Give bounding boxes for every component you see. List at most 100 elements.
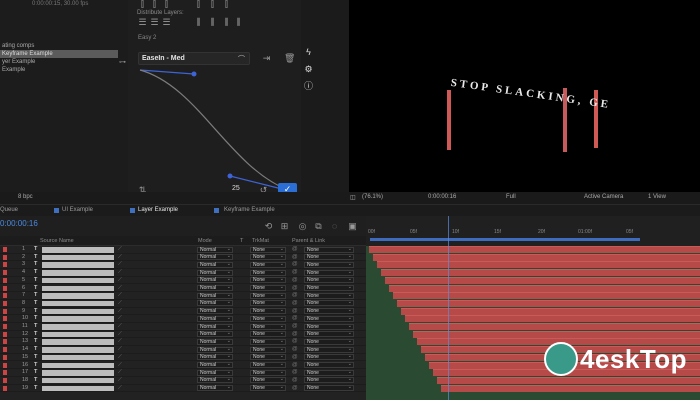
layer-name-field[interactable]: [42, 324, 114, 330]
distribute-left-icon[interactable]: ⫼: [194, 18, 203, 27]
label-color-swatch[interactable]: [3, 324, 7, 329]
timeline-ruler[interactable]: 00f 05f 10f 15f 20f 01:00f 05f: [366, 216, 700, 246]
project-item[interactable]: Example: [0, 66, 118, 74]
mode-dropdown[interactable]: Normal: [197, 331, 233, 338]
layer-name-field[interactable]: [42, 277, 114, 284]
mode-dropdown[interactable]: Normal: [197, 354, 233, 361]
distribute-right-icon[interactable]: ⫼: [222, 18, 231, 27]
trkmat-dropdown[interactable]: None: [250, 269, 286, 276]
apply-arrow-icon[interactable]: ⇥: [262, 54, 271, 63]
layer-duration-bar[interactable]: [409, 323, 700, 330]
layer-row[interactable]: 4 T ⟋ Normal None @ None: [0, 269, 366, 277]
layer-row[interactable]: 16 T ⟋ Normal None @ None: [0, 362, 366, 370]
trash-icon[interactable]: 🗑: [284, 54, 295, 63]
views-dropdown[interactable]: 1 View: [648, 194, 666, 200]
trkmat-dropdown[interactable]: None: [250, 277, 286, 284]
col-mode[interactable]: Mode: [198, 238, 212, 244]
mode-dropdown[interactable]: Normal: [197, 323, 233, 330]
layer-duration-bar[interactable]: [369, 246, 700, 253]
parent-dropdown[interactable]: None: [304, 277, 354, 284]
mode-dropdown[interactable]: Normal: [197, 338, 233, 345]
pickwhip-icon[interactable]: @: [292, 323, 298, 329]
parent-dropdown[interactable]: None: [304, 269, 354, 276]
pickwhip-icon[interactable]: @: [292, 369, 298, 375]
distribute-bottom-icon[interactable]: ☰: [162, 18, 171, 27]
frame-blend-icon[interactable]: ⊞: [280, 222, 289, 231]
comp-flowchart-icon[interactable]: ▣: [348, 222, 357, 231]
trkmat-dropdown[interactable]: None: [250, 308, 286, 315]
col-source-name[interactable]: Source Name: [40, 238, 74, 244]
pickwhip-icon[interactable]: @: [292, 285, 298, 291]
label-color-swatch[interactable]: [3, 377, 7, 383]
label-color-swatch[interactable]: [3, 331, 7, 337]
switches-icon[interactable]: ⟋: [118, 315, 122, 322]
trkmat-dropdown[interactable]: None: [250, 377, 286, 384]
layer-row[interactable]: 5 T ⟋ Normal None @ None: [0, 277, 366, 285]
layer-duration-bar[interactable]: [373, 253, 700, 261]
layer-duration-bar[interactable]: [389, 284, 700, 292]
tab-ui-example[interactable]: UI Example: [62, 207, 93, 213]
resolution-dropdown[interactable]: Full: [506, 194, 516, 200]
parent-dropdown[interactable]: None: [304, 338, 354, 345]
trkmat-dropdown[interactable]: None: [250, 385, 286, 392]
layer-row[interactable]: 3 T ⟋ Normal None @ None: [0, 261, 366, 270]
layer-duration-bar[interactable]: [441, 384, 700, 392]
switches-icon[interactable]: ⟋: [118, 346, 122, 353]
tab-keyframe-example[interactable]: Keyframe Example: [224, 207, 275, 213]
mode-dropdown[interactable]: Normal: [197, 246, 233, 253]
pickwhip-icon[interactable]: @: [292, 377, 298, 383]
switches-icon[interactable]: ⟋: [118, 323, 122, 330]
label-color-swatch[interactable]: [3, 354, 7, 360]
pickwhip-icon[interactable]: @: [292, 385, 298, 391]
current-time[interactable]: 0:00:00:16: [0, 219, 38, 228]
parent-dropdown[interactable]: None: [304, 261, 354, 268]
layer-duration-bar[interactable]: [413, 330, 700, 338]
layer-row[interactable]: 17 T ⟋ Normal None @ None: [0, 369, 366, 377]
switches-icon[interactable]: ⟋: [118, 362, 122, 369]
distribute-top-icon[interactable]: ☰: [138, 18, 147, 27]
viewer-timecode[interactable]: 0:00:00:16: [428, 194, 456, 200]
label-color-swatch[interactable]: [3, 247, 7, 252]
align-bottom-icon[interactable]: ⫿: [222, 0, 231, 9]
layer-duration-bar[interactable]: [377, 261, 700, 269]
trkmat-dropdown[interactable]: None: [250, 315, 286, 322]
switches-icon[interactable]: ⟋: [118, 338, 122, 345]
label-color-swatch[interactable]: [3, 347, 7, 353]
trkmat-dropdown[interactable]: None: [250, 261, 286, 268]
layer-row[interactable]: 11 T ⟋ Normal None @ None: [0, 323, 366, 331]
layer-name-field[interactable]: [42, 377, 114, 384]
mode-dropdown[interactable]: Normal: [197, 315, 233, 322]
layer-row[interactable]: 13 T ⟋ Normal None @ None: [0, 338, 366, 347]
trkmat-dropdown[interactable]: None: [250, 246, 286, 253]
pickwhip-icon[interactable]: @: [292, 261, 298, 267]
layer-name-field[interactable]: [42, 262, 114, 268]
layer-row[interactable]: 12 T ⟋ Normal None @ None: [0, 331, 366, 339]
switches-icon[interactable]: ⟋: [118, 369, 122, 376]
col-trkmat[interactable]: TrkMat: [252, 238, 269, 244]
layer-row[interactable]: 6 T ⟋ Normal None @ None: [0, 285, 366, 293]
layer-row[interactable]: 1 T ⟋ Normal None @ None: [0, 246, 366, 254]
camera-dropdown[interactable]: Active Camera: [584, 194, 623, 200]
trkmat-dropdown[interactable]: None: [250, 285, 286, 291]
layer-row[interactable]: 14 T ⟋ Normal None @ None: [0, 346, 366, 354]
mode-dropdown[interactable]: Normal: [197, 300, 233, 307]
label-color-swatch[interactable]: [3, 300, 7, 306]
pickwhip-icon[interactable]: @: [292, 246, 298, 252]
layer-duration-bar[interactable]: [393, 292, 700, 300]
layer-name-field[interactable]: [42, 385, 114, 392]
mode-dropdown[interactable]: Normal: [197, 385, 233, 392]
switches-icon[interactable]: ⟋: [118, 354, 122, 361]
layer-name-field[interactable]: [42, 247, 114, 253]
work-area-bar[interactable]: [370, 238, 640, 241]
parent-dropdown[interactable]: None: [304, 377, 354, 384]
mode-dropdown[interactable]: Normal: [197, 292, 233, 299]
parent-dropdown[interactable]: None: [304, 300, 354, 307]
switches-icon[interactable]: ⟋: [118, 261, 122, 268]
ease-preset-dropdown[interactable]: EaseIn - Med ⌒: [138, 52, 250, 65]
switches-icon[interactable]: ⟋: [118, 308, 122, 315]
switches-icon[interactable]: ⟋: [118, 300, 122, 307]
layer-duration-bar[interactable]: [385, 276, 700, 284]
current-time-indicator[interactable]: [448, 216, 449, 400]
pickwhip-icon[interactable]: @: [292, 254, 298, 260]
switches-icon[interactable]: ⟋: [118, 385, 122, 392]
